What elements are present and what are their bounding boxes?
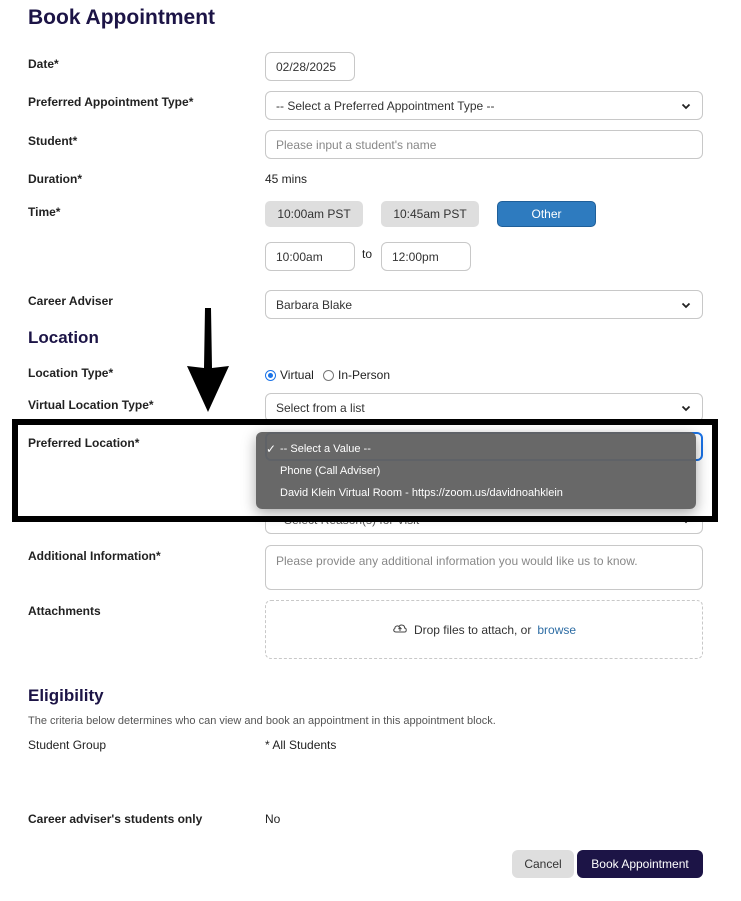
eligibility-heading: Eligibility	[28, 686, 104, 705]
chevron-down-icon	[680, 299, 692, 311]
attachments-dropzone[interactable]: Drop files to attach, or browse	[265, 600, 703, 659]
location-type-virtual[interactable]: Virtual	[265, 368, 314, 382]
date-value: 02/28/2025	[276, 59, 337, 74]
preferred-location-label: Preferred Location*	[28, 436, 140, 450]
end-time-value: 12:00pm	[392, 249, 439, 264]
chevron-down-icon	[680, 402, 692, 414]
browse-link[interactable]: browse	[537, 623, 576, 637]
time-range-separator: to	[362, 247, 373, 261]
start-time-value: 10:00am	[276, 249, 323, 264]
location-heading: Location	[28, 328, 99, 347]
adviser-select[interactable]: Barbara Blake	[265, 290, 703, 319]
dropdown-option-phone[interactable]: Phone (Call Adviser)	[256, 460, 696, 482]
adviser-value: Barbara Blake	[276, 297, 353, 312]
own-students-label: Career adviser's students only	[28, 812, 203, 826]
time-slot-1000[interactable]: 10:00am PST	[265, 201, 363, 227]
time-label: Time*	[28, 205, 61, 219]
location-type-in-person[interactable]: In-Person	[323, 368, 390, 382]
checkmark-icon: ✓	[266, 442, 277, 456]
additional-info-placeholder: Please provide any additional informatio…	[276, 554, 638, 568]
location-type-label: Location Type*	[28, 366, 114, 380]
virtual-label: Virtual	[280, 368, 314, 382]
option-label: David Klein Virtual Room - https://zoom.…	[280, 487, 563, 499]
date-label: Date*	[28, 57, 59, 71]
chevron-down-icon	[680, 100, 692, 112]
radio-selected-icon	[265, 369, 276, 381]
cancel-button[interactable]: Cancel	[512, 850, 574, 878]
student-placeholder: Please input a student's name	[276, 137, 437, 152]
dropdown-option-virtual-room[interactable]: David Klein Virtual Room - https://zoom.…	[256, 482, 696, 504]
student-group-value: * All Students	[265, 738, 337, 752]
book-appointment-button[interactable]: Book Appointment	[577, 850, 703, 878]
time-slot-1045[interactable]: 10:45am PST	[381, 201, 479, 227]
annotation-arrow-icon	[187, 308, 229, 412]
eligibility-description: The criteria below determines who can vi…	[28, 715, 496, 727]
virtual-location-type-label: Virtual Location Type*	[28, 398, 154, 412]
option-label: -- Select a Value --	[280, 443, 371, 455]
option-label: Phone (Call Adviser)	[280, 465, 381, 477]
additional-info-textarea[interactable]: Please provide any additional informatio…	[265, 545, 703, 590]
cloud-upload-icon	[392, 622, 408, 637]
own-students-value: No	[265, 812, 281, 826]
virtual-location-type-select[interactable]: Select from a list	[265, 393, 703, 422]
duration-label: Duration*	[28, 172, 82, 186]
duration-value: 45 mins	[265, 172, 308, 186]
student-label: Student*	[28, 134, 78, 148]
dropdown-option-select-value[interactable]: ✓ -- Select a Value --	[256, 438, 696, 460]
student-group-label: Student Group	[28, 738, 107, 752]
radio-unselected-icon	[323, 369, 334, 381]
end-time-input[interactable]: 12:00pm	[381, 242, 471, 271]
time-slot-other[interactable]: Other	[497, 201, 596, 227]
in-person-label: In-Person	[338, 368, 391, 382]
attachments-label: Attachments	[28, 604, 101, 618]
appointment-type-value: -- Select a Preferred Appointment Type -…	[276, 98, 495, 113]
adviser-label: Career Adviser	[28, 294, 113, 308]
virtual-location-type-value: Select from a list	[276, 400, 365, 415]
start-time-input[interactable]: 10:00am	[265, 242, 355, 271]
drop-files-text: Drop files to attach, or	[413, 622, 532, 637]
appointment-type-select[interactable]: -- Select a Preferred Appointment Type -…	[265, 91, 703, 120]
date-input[interactable]: 02/28/2025	[265, 52, 355, 81]
page-title: Book Appointment	[28, 6, 216, 29]
preferred-location-dropdown[interactable]: ✓ -- Select a Value -- Phone (Call Advis…	[256, 432, 696, 509]
student-input[interactable]: Please input a student's name	[265, 130, 703, 159]
appointment-type-label: Preferred Appointment Type*	[28, 95, 194, 109]
additional-info-label: Additional Information*	[28, 549, 161, 563]
